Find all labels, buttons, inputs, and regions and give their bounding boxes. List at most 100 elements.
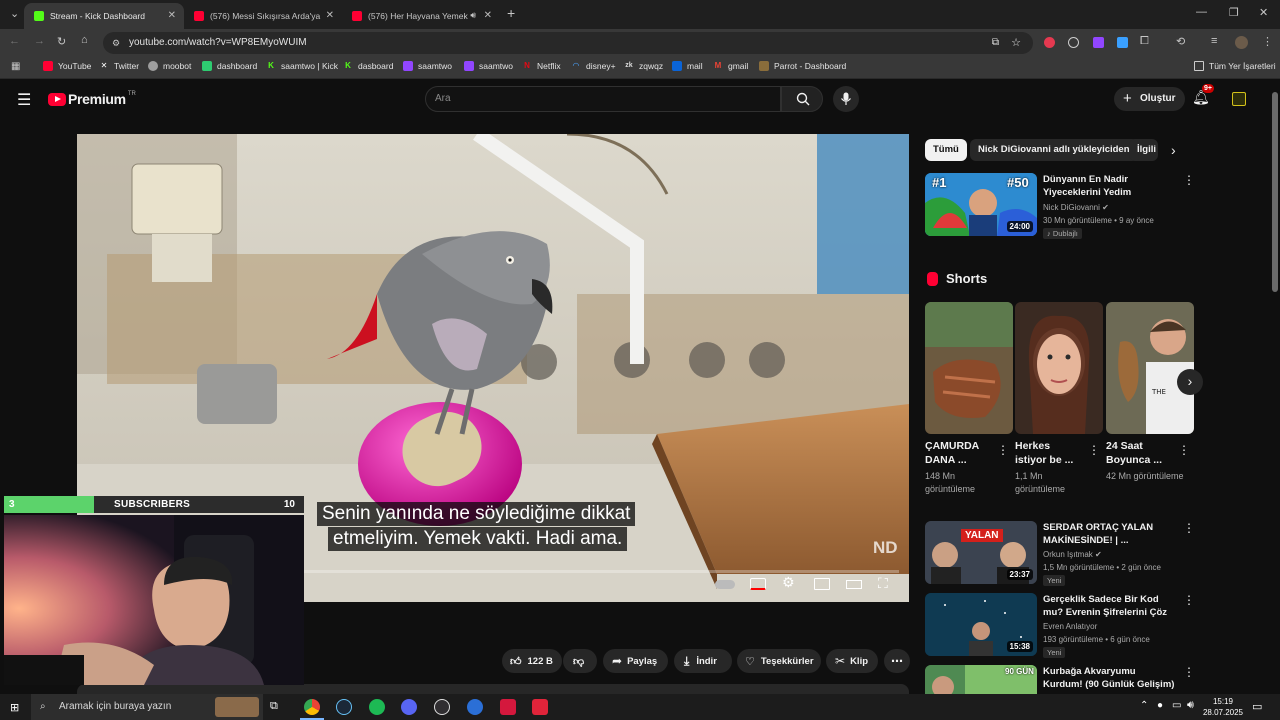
- related-video-4[interactable]: 90 GÜN Kurbağa Akvaryumu Kurdum! (90 Gün…: [925, 665, 1195, 694]
- url-bar[interactable]: ⚙︎ youtube.com/watch?v=WP8EMyoWUIM ⧉ ☆: [103, 32, 1033, 54]
- tab-kick-dashboard[interactable]: Stream - Kick Dashboard ✕: [24, 3, 184, 29]
- audio-playing-icon[interactable]: 🔊︎: [470, 10, 476, 21]
- more-options-icon[interactable]: ⋮: [1183, 173, 1195, 187]
- more-options-icon[interactable]: ⋮: [1183, 521, 1195, 535]
- fullscreen-icon[interactable]: ⛶: [878, 575, 888, 592]
- shorts-next-button[interactable]: ›: [1177, 369, 1203, 395]
- notification-center-icon[interactable]: ▭: [1252, 700, 1262, 713]
- thanks-button[interactable]: ♡ Teşekkürler: [737, 649, 821, 673]
- channel-name[interactable]: Orkun Işıtmak ✔︎: [1043, 550, 1102, 559]
- extension-blue-icon[interactable]: [1117, 37, 1128, 48]
- autoplay-toggle[interactable]: [715, 580, 735, 589]
- channel-name[interactable]: Evren Anlatıyor: [1043, 622, 1097, 631]
- system-clock[interactable]: 15:19 28.07.2025: [1200, 696, 1246, 718]
- short-3[interactable]: THE: [1106, 302, 1194, 434]
- notifications-button[interactable]: 🔔︎ 9+: [1192, 84, 1214, 109]
- account-avatar[interactable]: [1232, 92, 1246, 106]
- windows-start-icon[interactable]: ⊞: [10, 701, 19, 714]
- extension-red-icon[interactable]: [1044, 37, 1055, 48]
- scrollbar-thumb[interactable]: [1272, 92, 1278, 292]
- bookmark-saamtwo-twitch-2[interactable]: saamtwo: [464, 61, 513, 71]
- more-actions-button[interactable]: ⋯: [884, 649, 910, 673]
- tab-search-chevron-icon[interactable]: ⌄: [10, 7, 19, 20]
- video-thumbnail[interactable]: 15:38: [925, 593, 1037, 656]
- chips-next-chevron-icon[interactable]: ›: [1171, 142, 1176, 158]
- short-2-title[interactable]: Herkes istiyor be ...: [1015, 439, 1075, 467]
- related-video-1[interactable]: #1 #50 24:00 Dünyanın En Nadir Yiyecekle…: [925, 173, 1195, 243]
- search-input[interactable]: Ara: [425, 86, 781, 112]
- bookmark-saamtwo-twitch[interactable]: saamtwo: [403, 61, 452, 71]
- bookmark-netflix[interactable]: N Netflix: [522, 61, 561, 71]
- bookmark-gmail[interactable]: Mgmail: [713, 61, 749, 71]
- chrome-menu-icon[interactable]: ⋮: [1262, 35, 1273, 48]
- apps-grid-icon[interactable]: ▦: [11, 61, 20, 72]
- new-tab-plus-icon[interactable]: +: [507, 5, 515, 21]
- close-tab-icon[interactable]: ✕: [168, 10, 176, 21]
- app-c-icon[interactable]: [467, 699, 483, 715]
- description-box-top[interactable]: [77, 684, 909, 694]
- hamburger-menu-icon[interactable]: ☰: [17, 90, 31, 110]
- profile-avatar[interactable]: [1235, 36, 1248, 49]
- create-button[interactable]: + Oluştur: [1114, 87, 1185, 111]
- page-scrollbar[interactable]: [1270, 80, 1280, 694]
- app-red-check-icon[interactable]: [532, 699, 548, 715]
- related-video-3[interactable]: 15:38 Gerçeklik Sadece Bir Kod mu? Evren…: [925, 593, 1195, 658]
- short-3-title[interactable]: 24 Saat Boyunca ...: [1106, 439, 1168, 467]
- spotify-icon[interactable]: [369, 699, 385, 715]
- theater-mode-icon[interactable]: [846, 580, 862, 589]
- reload-icon[interactable]: ↻: [57, 35, 66, 48]
- video-title[interactable]: Kurbağa Akvaryumu Kurdum! (90 Günlük Gel…: [1043, 665, 1175, 691]
- chip-all[interactable]: Tümü: [925, 139, 967, 161]
- extension-purple-icon[interactable]: [1093, 37, 1104, 48]
- close-window-icon[interactable]: ✕: [1259, 6, 1268, 19]
- like-button[interactable]: 👍︎ 122 B: [502, 649, 562, 673]
- taskbar-search-input[interactable]: ⌕ Aramak için buraya yazın: [31, 694, 263, 720]
- bookmark-moobot[interactable]: moobot: [148, 61, 191, 71]
- install-app-icon[interactable]: ⧉: [992, 32, 999, 54]
- voice-search-button[interactable]: [833, 86, 859, 112]
- network-icon[interactable]: ▭: [1172, 700, 1181, 711]
- video-thumbnail[interactable]: #1 #50 24:00: [925, 173, 1037, 236]
- channel-name[interactable]: Nick DiGiovanni ✔︎: [1043, 203, 1109, 212]
- tab-messi-video[interactable]: (576) Messi Sıkışırsa Arda'ya Oy ✕: [184, 3, 342, 29]
- clip-button[interactable]: ✂ Klip: [826, 649, 878, 673]
- tab-hayvan-video[interactable]: (576) Her Hayvana Yemek 🔊︎ ✕: [342, 3, 500, 29]
- restore-icon[interactable]: ❐: [1229, 6, 1239, 19]
- app-red-chat-icon[interactable]: [500, 699, 516, 715]
- obs-icon[interactable]: [434, 699, 450, 715]
- more-options-icon[interactable]: ⋮: [1183, 593, 1195, 607]
- history-icon[interactable]: ⟲: [1176, 35, 1185, 48]
- short-1[interactable]: [925, 302, 1013, 434]
- bookmark-star-icon[interactable]: ☆: [1011, 32, 1021, 54]
- tray-overflow-icon[interactable]: ⌃: [1140, 700, 1148, 711]
- subtitles-icon[interactable]: [750, 578, 766, 590]
- home-icon[interactable]: ⌂: [81, 34, 88, 46]
- back-arrow-icon[interactable]: ←: [9, 35, 20, 47]
- share-button[interactable]: ➦ Paylaş: [603, 649, 668, 673]
- dislike-button[interactable]: 👎︎: [563, 649, 597, 673]
- discord-icon[interactable]: [401, 699, 417, 715]
- video-thumbnail[interactable]: 90 GÜN: [925, 665, 1037, 694]
- related-video-2[interactable]: YALAN 23:37 SERDAR ORTAÇ YALAN MAKİNESİN…: [925, 521, 1195, 586]
- more-options-icon[interactable]: ⋮: [1183, 665, 1195, 679]
- short-2-more-icon[interactable]: ⋮: [1088, 443, 1100, 457]
- bookmark-parrot-dashboard[interactable]: Parrot - Dashboard: [759, 61, 846, 71]
- download-button[interactable]: ⤓ İndir: [674, 649, 732, 673]
- close-tab-icon[interactable]: ✕: [326, 10, 334, 21]
- bookmark-youtube[interactable]: YouTube: [43, 61, 91, 71]
- bookmark-dashboard[interactable]: dashboard: [202, 61, 257, 71]
- video-thumbnail[interactable]: YALAN 23:37: [925, 521, 1037, 584]
- steam-icon[interactable]: [336, 699, 352, 715]
- video-title[interactable]: Dünyanın En Nadir Yiyeceklerini Yedim: [1043, 173, 1175, 199]
- volume-icon[interactable]: 🔊︎: [1187, 699, 1194, 712]
- chip-related[interactable]: İlgili: [1129, 139, 1158, 161]
- video-title[interactable]: Gerçeklik Sadece Bir Kod mu? Evrenin Şif…: [1043, 593, 1175, 619]
- settings-gear-icon[interactable]: ⚙︎: [782, 574, 795, 591]
- search-button[interactable]: [781, 86, 823, 112]
- chip-from-uploader[interactable]: Nick DiGiovanni adlı yükleyiciden: [970, 139, 1138, 161]
- forward-arrow-icon[interactable]: →: [34, 35, 45, 47]
- close-tab-icon[interactable]: ✕: [484, 10, 492, 21]
- youtube-premium-logo[interactable]: Premium TR: [48, 90, 136, 108]
- bookmark-dasboard[interactable]: Kdasboard: [343, 61, 393, 71]
- short-1-title[interactable]: ÇAMURDA DANA ...: [925, 439, 989, 467]
